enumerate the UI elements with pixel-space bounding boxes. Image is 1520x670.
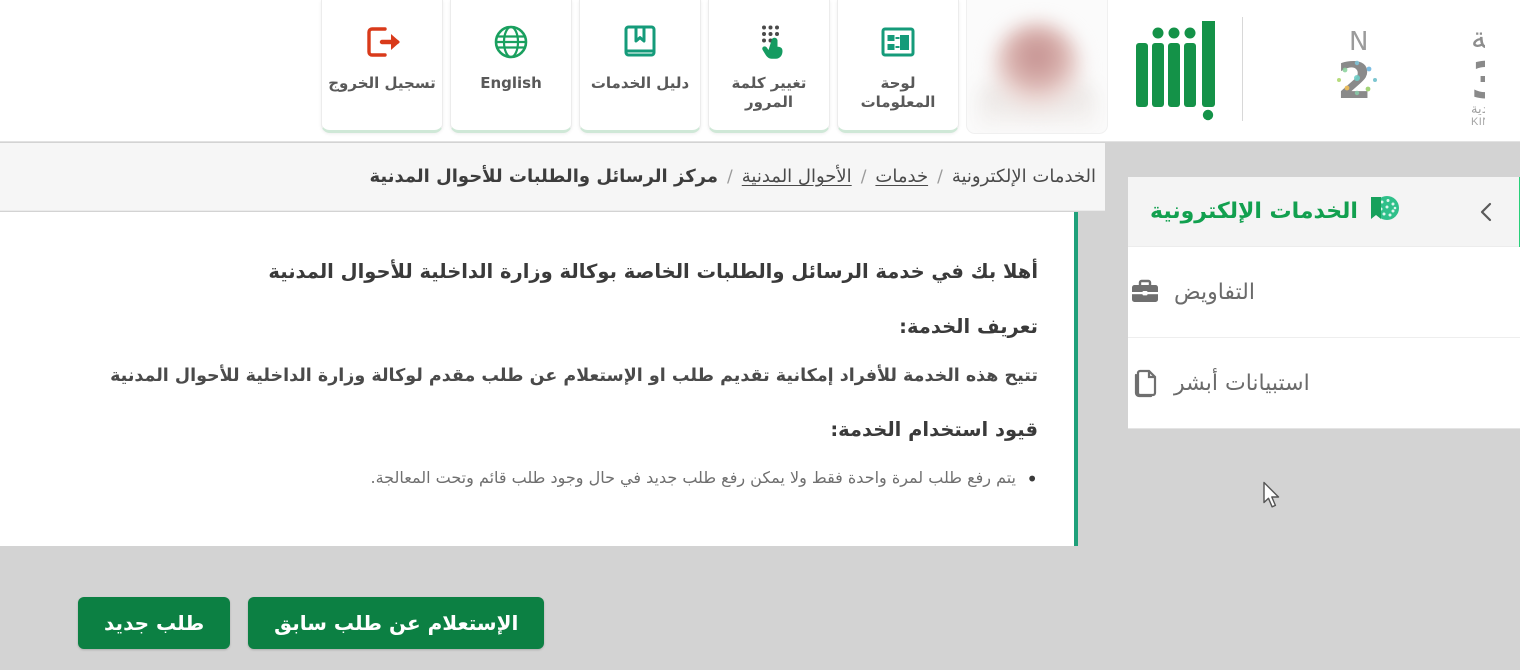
- logout-icon: [360, 12, 404, 72]
- sidebar-header: الخدمات الإلكترونية: [1128, 177, 1520, 247]
- logo-divider: [1242, 17, 1243, 121]
- breadcrumb-separator: /: [937, 166, 943, 187]
- svg-text:KINGDOM OF SAUDI ARABIA: KINGDOM OF SAUDI ARABIA: [1471, 116, 1485, 128]
- breadcrumb-item-civil-affairs[interactable]: الأحوال المدنية: [733, 166, 861, 187]
- breadcrumb-separator: /: [727, 166, 733, 187]
- breadcrumb-item-services[interactable]: خدمات: [866, 166, 937, 187]
- user-avatar[interactable]: [966, 0, 1108, 134]
- absher-logo-icon[interactable]: [1112, 9, 1232, 129]
- breadcrumb-item-eservices: الخدمات الإلكترونية: [951, 166, 1096, 187]
- breadcrumb-bar: الخدمات الإلكترونية / خدمات / الأحوال ال…: [0, 143, 1105, 211]
- service-definition-text: تتيح هذه الخدمة للأفراد إمكانية تقديم طل…: [110, 366, 1038, 387]
- change-password-icon: [747, 12, 791, 72]
- header-tile-label: تغيير كلمة المرور: [731, 74, 807, 111]
- header-tile-services-guide[interactable]: دليل الخدمات: [579, 0, 701, 133]
- service-definition-heading: تعريف الخدمة:: [899, 315, 1038, 339]
- mouse-cursor: [1262, 481, 1284, 511]
- globe-icon: [489, 12, 533, 72]
- svg-text:المملكة العربية السعودية: المملكة العربية السعودية: [1471, 102, 1485, 117]
- eservices-globe-flag-icon: [1367, 193, 1401, 231]
- header-tile-logout[interactable]: تسجيل الخروج: [321, 0, 443, 133]
- logo-zone: رؤيــــة N 30 2 المملكة العربية السعودية…: [1112, 0, 1512, 138]
- header-tile-label: English: [480, 74, 542, 92]
- sidebar-title: الخدمات الإلكترونية: [1150, 199, 1358, 224]
- sidebar-menu: التفاويض استبيانات أبشر: [1128, 247, 1520, 429]
- service-restrictions-list: يتم رفع طلب لمرة واحدة فقط ولا يمكن رفع …: [22, 463, 1038, 495]
- service-info-card: أهلا بك في خدمة الرسائل والطلبات الخاصة …: [0, 212, 1078, 546]
- header-tile-english[interactable]: English: [450, 0, 572, 133]
- sidebar-item-label: استبيانات أبشر: [1174, 370, 1310, 396]
- dashboard-icon: [876, 12, 920, 72]
- svg-text:رؤيــــة: رؤيــــة: [1471, 21, 1485, 56]
- list-item: يتم رفع طلب لمرة واحدة فقط ولا يمكن رفع …: [22, 463, 1038, 495]
- action-button-row: طلب جديد الإستعلام عن طلب سابق: [0, 560, 1078, 670]
- documents-icon: [1128, 366, 1162, 400]
- breadcrumb-separator: /: [860, 166, 867, 187]
- header-quick-tiles: تسجيل الخروج English دليل الخدمات تغيير …: [321, 0, 1108, 135]
- service-restrictions-heading: قيود استخدام الخدمة:: [830, 418, 1038, 442]
- header-tile-change-password[interactable]: تغيير كلمة المرور: [708, 0, 830, 133]
- book-icon: [618, 12, 662, 72]
- sidebar-item-label: التفاويض: [1174, 279, 1255, 305]
- eservices-sidebar: الخدمات الإلكترونية التفاويض استبيانات أ…: [1128, 177, 1520, 429]
- header-tile-label: تسجيل الخروج: [328, 74, 436, 92]
- header-tile-label: دليل الخدمات: [590, 74, 690, 92]
- inquire-previous-request-button[interactable]: الإستعلام عن طلب سابق: [248, 597, 545, 649]
- header-tile-dashboard[interactable]: لوحة المعلومات: [837, 0, 959, 133]
- new-request-button[interactable]: طلب جديد: [78, 597, 231, 649]
- header-tile-label: لوحة المعلومات: [860, 74, 936, 111]
- breadcrumb: الخدمات الإلكترونية / خدمات / الأحوال ال…: [360, 166, 1105, 187]
- avatar-blur-head: [993, 22, 1081, 111]
- vision-2030-logo: رؤيــــة N 30 2 المملكة العربية السعودية…: [1253, 9, 1488, 129]
- sidebar-item-absher-surveys[interactable]: استبيانات أبشر: [1128, 338, 1520, 429]
- breadcrumb-item-current: مركز الرسائل والطلبات للأحوال المدنية: [369, 166, 719, 187]
- sidebar-item-delegations[interactable]: التفاويض: [1128, 247, 1520, 338]
- svg-text:2: 2: [1337, 52, 1372, 110]
- chevron-left-icon[interactable]: [1472, 197, 1502, 227]
- briefcase-icon: [1128, 275, 1162, 309]
- welcome-message: أهلا بك في خدمة الرسائل والطلبات الخاصة …: [268, 260, 1038, 283]
- top-header: تسجيل الخروج English دليل الخدمات تغيير …: [0, 0, 1520, 142]
